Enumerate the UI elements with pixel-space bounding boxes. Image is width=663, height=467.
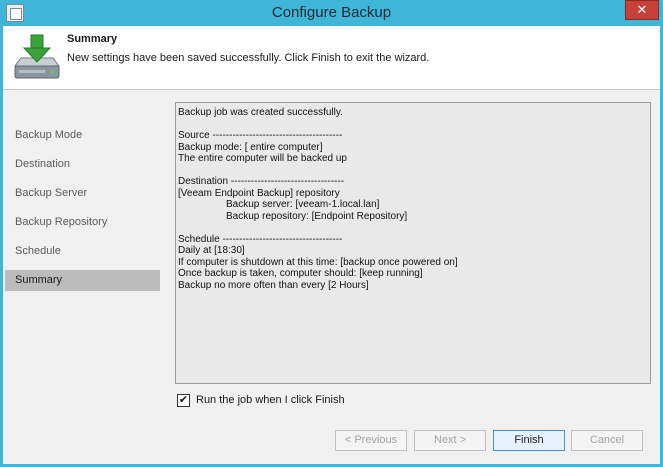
summary-line: Daily at [18:30] <box>178 245 245 256</box>
sidebar-item-backup-repository[interactable]: Backup Repository <box>5 212 160 233</box>
page-subtitle: New settings have been saved successfull… <box>67 52 430 64</box>
summary-line: Backup job was created successfully. <box>178 107 343 118</box>
sidebar-item-summary[interactable]: Summary <box>5 270 160 291</box>
summary-line: Backup no more often than every [2 Hours… <box>178 279 369 291</box>
summary-line: Once backup is taken, computer should: [… <box>178 268 423 279</box>
sidebar-item-backup-mode[interactable]: Backup Mode <box>5 125 160 146</box>
summary-line: Backup mode: [ entire computer] <box>178 141 323 153</box>
summary-line: Destination ----------------------------… <box>178 176 345 187</box>
next-button[interactable]: Next > <box>414 430 486 451</box>
wizard-steps-sidebar: Backup Mode Destination Backup Server Ba… <box>3 91 163 464</box>
title-bar[interactable]: Configure Backup ✕ <box>0 0 663 26</box>
summary-line: Backup repository: [Endpoint Repository] <box>226 210 408 222</box>
finish-button[interactable]: Finish <box>493 430 565 451</box>
sidebar-item-destination[interactable]: Destination <box>5 154 160 175</box>
summary-line: Source ---------------------------------… <box>178 130 343 141</box>
previous-button[interactable]: < Previous <box>335 430 407 451</box>
summary-line: Schedule -------------------------------… <box>178 233 343 245</box>
page-title: Summary <box>67 33 118 45</box>
summary-line <box>178 222 648 234</box>
run-job-label[interactable]: Run the job when I click Finish <box>196 394 345 406</box>
summary-line: If computer is shutdown at this time: [b… <box>178 256 458 268</box>
window-title: Configure Backup <box>271 4 392 21</box>
sidebar-item-schedule[interactable]: Schedule <box>5 241 160 262</box>
run-job-checkbox[interactable]: ✔ <box>177 394 190 407</box>
summary-line: The entire computer will be backed up <box>178 153 347 164</box>
summary-text-box[interactable]: Backup job was created successfully. Sour… <box>175 102 651 384</box>
backup-drive-icon <box>14 34 60 79</box>
cancel-button[interactable]: Cancel <box>571 430 643 451</box>
wizard-window: Configure Backup ✕ Summary New settings … <box>0 0 663 467</box>
summary-line <box>178 119 648 131</box>
summary-line <box>178 165 648 177</box>
close-button[interactable]: ✕ <box>625 0 659 20</box>
summary-line: [Veeam Endpoint Backup] repository <box>178 187 340 199</box>
client-area: Summary New settings have been saved suc… <box>3 26 660 464</box>
sidebar-item-backup-server[interactable]: Backup Server <box>5 183 160 204</box>
summary-line: Backup server: [veeam-1.local.lan] <box>226 199 380 210</box>
wizard-header: Summary New settings have been saved suc… <box>3 26 660 90</box>
